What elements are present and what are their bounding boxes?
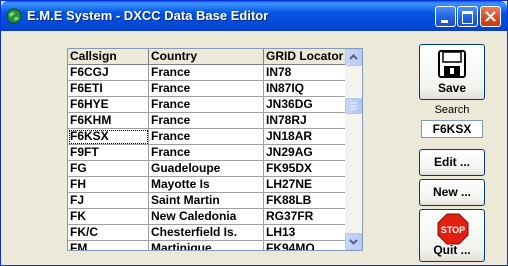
- column-header-country[interactable]: Country: [148, 49, 264, 65]
- table-row[interactable]: F6KSX France JN18AR: [68, 128, 355, 145]
- scroll-up-button[interactable]: [345, 49, 362, 66]
- table-row[interactable]: FG Guadeloupe FK95DX: [68, 160, 355, 177]
- table-row[interactable]: F6KHM France IN78RJ: [68, 112, 355, 129]
- maximize-button[interactable]: [457, 6, 478, 27]
- close-icon: [485, 11, 496, 22]
- cell-grid-locator[interactable]: LH13: [263, 224, 355, 241]
- cell-callsign[interactable]: F6KHM: [68, 112, 149, 129]
- minimize-button[interactable]: [435, 6, 456, 27]
- cell-grid-locator[interactable]: IN78RJ: [263, 112, 355, 129]
- table-row[interactable]: F6CGJ France IN78: [68, 64, 355, 81]
- cell-callsign[interactable]: FK: [68, 208, 149, 225]
- table-body: F6CGJ France IN78 F6ETI France IN87IQ F6HYE Fra…: [68, 64, 355, 250]
- floppy-disk-icon: [438, 50, 466, 78]
- maximize-icon: [462, 11, 473, 24]
- cell-country[interactable]: Saint Martin: [148, 192, 264, 209]
- quit-button[interactable]: STOP Quit ...: [419, 209, 485, 262]
- title-bar[interactable]: E.M.E System - DXCC Data Base Editor: [1, 1, 507, 31]
- cell-callsign[interactable]: FM: [68, 240, 149, 250]
- dxcc-table[interactable]: Callsign Country GRID Locator F6CGJ Franc…: [67, 48, 363, 251]
- search-input[interactable]: F6KSX: [421, 120, 483, 138]
- chevron-up-icon: [349, 54, 358, 60]
- cell-grid-locator[interactable]: IN78: [263, 64, 355, 81]
- edit-button[interactable]: Edit ...: [419, 149, 485, 176]
- cell-country[interactable]: Mayotte Is: [148, 176, 264, 193]
- table-row[interactable]: F6ETI France IN87IQ: [68, 80, 355, 97]
- save-button-label: Save: [437, 81, 467, 95]
- cell-country[interactable]: France: [148, 80, 264, 97]
- cell-callsign[interactable]: FH: [68, 176, 149, 193]
- cell-callsign[interactable]: F6ETI: [68, 80, 149, 97]
- cell-grid-locator[interactable]: FK95DX: [263, 160, 355, 177]
- cell-callsign[interactable]: F6CGJ: [68, 64, 149, 81]
- cell-grid-locator[interactable]: JN36DG: [263, 96, 355, 113]
- cell-country[interactable]: Martinique: [148, 240, 264, 250]
- cell-grid-locator[interactable]: JN18AR: [263, 128, 355, 145]
- cell-callsign[interactable]: F6HYE: [68, 96, 149, 113]
- globe-icon: [6, 8, 22, 24]
- cell-grid-locator[interactable]: RG37FR: [263, 208, 355, 225]
- cell-callsign[interactable]: FJ: [68, 192, 149, 209]
- cell-country[interactable]: France: [148, 112, 264, 129]
- cell-grid-locator[interactable]: LH27NE: [263, 176, 355, 193]
- stop-sign-text: STOP: [441, 225, 465, 235]
- cell-country[interactable]: France: [148, 144, 264, 161]
- cell-country[interactable]: France: [148, 64, 264, 81]
- cell-country[interactable]: New Caledonia: [148, 208, 264, 225]
- search-label: Search: [434, 104, 470, 116]
- grip-icon: [350, 102, 357, 110]
- table-row[interactable]: F9FT France JN29AG: [68, 144, 355, 161]
- cell-grid-locator[interactable]: FK88LB: [263, 192, 355, 209]
- cell-callsign[interactable]: F9FT: [68, 144, 149, 161]
- new-button[interactable]: New ...: [419, 179, 485, 206]
- scroll-thumb[interactable]: [345, 98, 362, 114]
- table-row[interactable]: FJ Saint Martin FK88LB: [68, 192, 355, 209]
- window-title: E.M.E System - DXCC Data Base Editor: [27, 8, 269, 23]
- table-row[interactable]: FK New Caledonia RG37FR: [68, 208, 355, 225]
- chevron-down-icon: [349, 239, 358, 245]
- close-button[interactable]: [480, 6, 501, 27]
- table-row[interactable]: FM Martinique FK94MQ: [68, 240, 355, 250]
- cell-callsign[interactable]: FG: [68, 160, 149, 177]
- table-row[interactable]: FK/C Chesterfield Is. LH13: [68, 224, 355, 241]
- cell-country[interactable]: France: [148, 96, 264, 113]
- cell-callsign[interactable]: F6KSX: [68, 128, 149, 145]
- quit-button-label: Quit ...: [433, 243, 471, 257]
- table-header-row: Callsign Country GRID Locator: [68, 49, 355, 65]
- vertical-scrollbar[interactable]: [345, 49, 362, 250]
- app-window: E.M.E System - DXCC Data Base Editor Cal…: [0, 0, 508, 266]
- column-header-grid-locator[interactable]: GRID Locator: [263, 49, 355, 65]
- cell-country[interactable]: Chesterfield Is.: [148, 224, 264, 241]
- stop-sign-icon: STOP: [437, 213, 469, 245]
- cell-grid-locator[interactable]: FK94MQ: [263, 240, 355, 250]
- cell-grid-locator[interactable]: JN29AG: [263, 144, 355, 161]
- cell-callsign[interactable]: FK/C: [68, 224, 149, 241]
- table-row[interactable]: F6HYE France JN36DG: [68, 96, 355, 113]
- minimize-icon: [441, 20, 448, 23]
- scroll-down-button[interactable]: [345, 233, 362, 250]
- save-button[interactable]: Save: [419, 44, 485, 100]
- cell-country[interactable]: Guadeloupe: [148, 160, 264, 177]
- cell-grid-locator[interactable]: IN87IQ: [263, 80, 355, 97]
- cell-country[interactable]: France: [148, 128, 264, 145]
- table-row[interactable]: FH Mayotte Is LH27NE: [68, 176, 355, 193]
- column-header-callsign[interactable]: Callsign: [68, 49, 149, 65]
